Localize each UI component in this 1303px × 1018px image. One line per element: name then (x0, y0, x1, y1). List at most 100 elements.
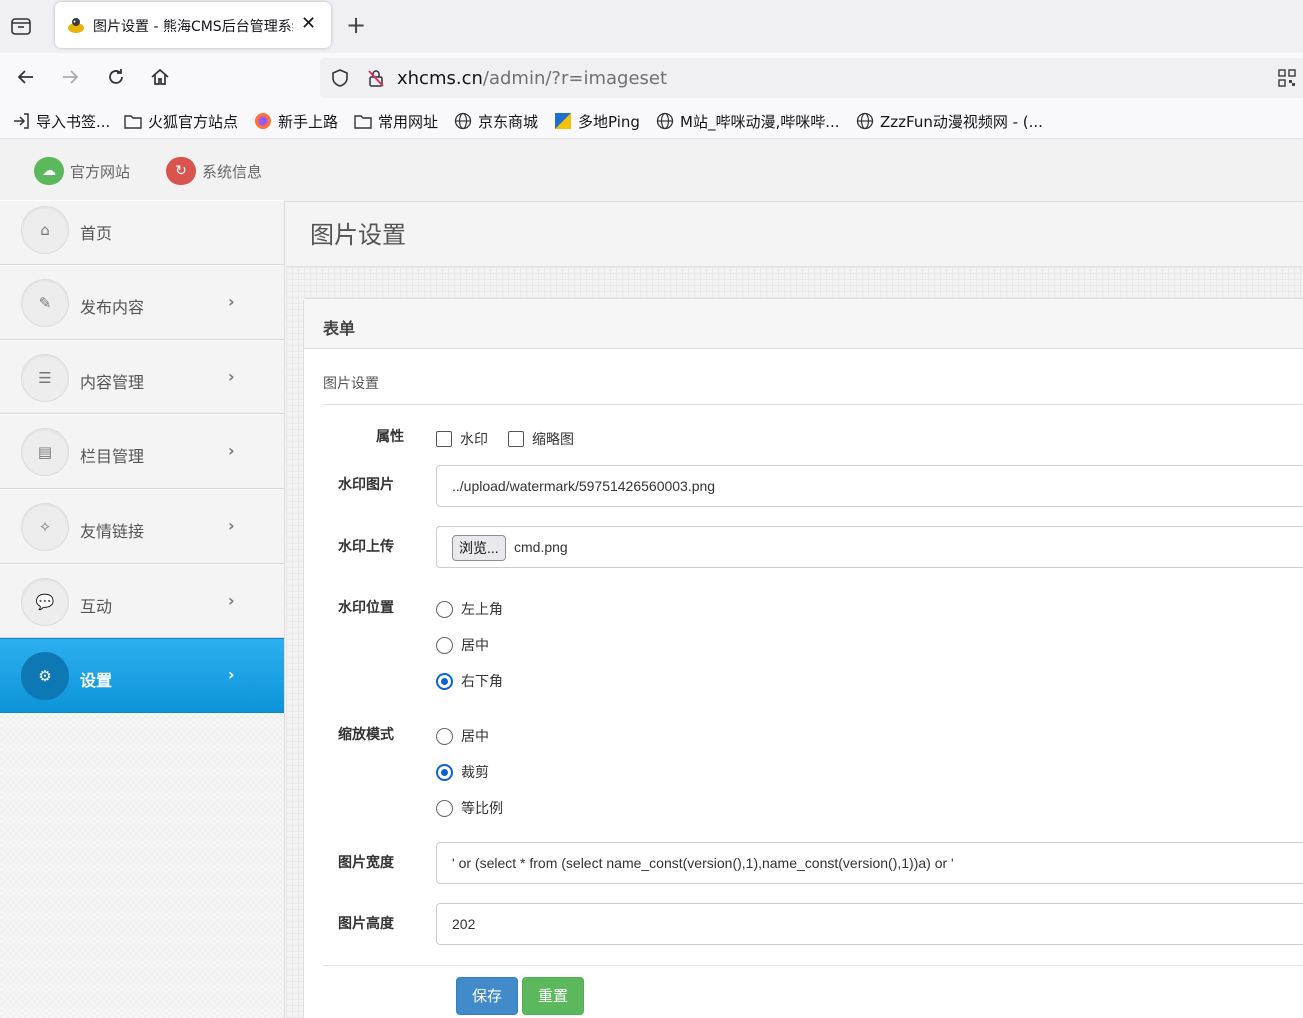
tab-list-icon[interactable] (10, 15, 32, 37)
home-icon: ⌂ (21, 206, 69, 254)
home-icon[interactable] (148, 66, 172, 90)
radio-dot[interactable] (436, 600, 453, 618)
watermark-image-label: 水印图片 (338, 477, 394, 493)
bookmarks-toolbar: 导入书签... 火狐官方站点 新手上路 常用网址 京东商城 多地Ping M站_… (0, 103, 1303, 139)
page-title: 图片设置 (310, 221, 406, 249)
scale-crop-radio[interactable]: 裁剪 (436, 762, 489, 782)
image-height-input[interactable]: 202 (436, 903, 1303, 945)
reload-icon[interactable] (104, 66, 128, 90)
columns-icon: ▤ (21, 428, 69, 476)
bookmark-firefox-sites[interactable]: 火狐官方站点 (124, 111, 238, 131)
cogs-icon: ⚙ (21, 652, 69, 700)
sidebar-item-content[interactable]: ☰ 内容管理 › (0, 340, 284, 414)
panel-title: 表单 (323, 319, 356, 338)
position-center-radio[interactable]: 居中 (436, 635, 489, 655)
bookmark-zzzfun[interactable]: ZzzFun动漫视频网 - (... (856, 111, 1043, 131)
cloud-upload-icon: ☁ (34, 157, 64, 185)
panel-heading: 表单 (304, 299, 1303, 349)
bookmark-label: 新手上路 (278, 112, 339, 131)
watermark-checkbox[interactable]: 水印 (436, 429, 488, 449)
tab-strip: 图片设置 - 熊海CMS后台管理系统 ✕ + (0, 0, 1303, 53)
radio-dot[interactable] (436, 672, 453, 690)
new-tab-icon[interactable]: + (346, 12, 366, 38)
bookmark-label: 导入书签... (36, 112, 111, 131)
list-icon: ☰ (21, 354, 69, 402)
scale-proportional-radio[interactable]: 等比例 (436, 798, 503, 818)
radio-dot[interactable] (436, 727, 453, 745)
page-header: 图片设置 (286, 202, 1303, 267)
site-favicon-icon (67, 16, 85, 34)
bookmark-getting-started[interactable]: 新手上路 (254, 111, 338, 131)
chevron-right-icon: › (228, 441, 235, 460)
globe-icon (856, 112, 874, 130)
radio-label: 左上角 (461, 602, 503, 618)
radio-dot[interactable] (436, 636, 453, 654)
qr-code-icon[interactable] (1278, 69, 1296, 87)
watermark-upload-field[interactable]: 浏览... cmd.png (436, 526, 1303, 568)
upload-filename: cmd.png (514, 539, 568, 555)
forward-icon[interactable] (58, 66, 82, 90)
sidebar-item-home[interactable]: ⌂ 首页 (0, 200, 284, 265)
close-tab-icon[interactable]: ✕ (301, 15, 316, 33)
sidebar-item-interaction[interactable]: 💬 互动 › (0, 564, 284, 638)
radio-label: 等比例 (461, 801, 503, 817)
scale-mode-label: 缩放模式 (338, 727, 394, 743)
sidebar-item-links[interactable]: ✧ 友情链接 › (0, 489, 284, 564)
folder-icon (124, 112, 142, 130)
save-button[interactable]: 保存 (456, 977, 518, 1015)
form-actions-divider (323, 965, 1303, 966)
url-path: /admin/?r=imageset (482, 68, 668, 89)
active-tab[interactable]: 图片设置 - 熊海CMS后台管理系统 ✕ (55, 2, 331, 48)
sidebar-item-columns[interactable]: ▤ 栏目管理 › (0, 414, 284, 489)
position-top-left-radio[interactable]: 左上角 (436, 599, 503, 619)
bookmark-ping[interactable]: 多地Ping (554, 111, 640, 131)
bookmark-label: 火狐官方站点 (148, 112, 239, 131)
watermark-image-input[interactable]: ../upload/watermark/59751426560003.png (436, 465, 1303, 507)
url-text[interactable]: xhcms.cn/admin/?r=imageset (397, 68, 667, 89)
radio-dot[interactable] (436, 763, 453, 781)
sidebar-item-label: 内容管理 (80, 373, 145, 392)
admin-header: ☁ 官方网站 ↻ 系统信息 (0, 139, 1303, 202)
official-site-label: 官方网站 (70, 162, 131, 181)
bookmark-jd[interactable]: 京东商城 (454, 111, 538, 131)
bookmark-mzhan[interactable]: M站_哔咪动漫,哔咪哔... (656, 111, 840, 131)
sidebar-item-publish[interactable]: ✎ 发布内容 › (0, 265, 284, 340)
browse-button[interactable]: 浏览... (452, 535, 506, 561)
comments-icon: 💬 (21, 578, 69, 626)
folder-icon (354, 112, 372, 130)
image-height-label: 图片高度 (338, 916, 394, 932)
checkbox-box[interactable] (436, 431, 452, 447)
attr-label: 属性 (376, 429, 404, 445)
official-site-link[interactable]: ☁ 官方网站 (34, 157, 130, 185)
pencil-icon: ✎ (21, 279, 69, 327)
sidebar-item-label: 首页 (80, 224, 113, 243)
url-host: xhcms.cn (397, 68, 483, 89)
bookmark-common-sites[interactable]: 常用网址 (354, 111, 438, 131)
reset-button[interactable]: 重置 (522, 977, 584, 1015)
url-bar[interactable]: xhcms.cn/admin/?r=imageset (320, 58, 1303, 98)
insecure-lock-icon[interactable] (366, 68, 386, 88)
system-info-link[interactable]: ↻ 系统信息 (166, 157, 262, 185)
image-width-input[interactable]: ' or (select * from (select name_const(v… (436, 842, 1303, 884)
legend-divider (323, 404, 1303, 405)
image-width-label: 图片宽度 (338, 855, 394, 871)
checkbox-box[interactable] (508, 431, 524, 447)
shield-icon[interactable] (330, 68, 350, 88)
radio-dot[interactable] (436, 799, 453, 817)
radio-label: 右下角 (461, 674, 503, 690)
thumbnail-checkbox[interactable]: 缩略图 (508, 429, 574, 449)
tab-title: 图片设置 - 熊海CMS后台管理系统 (93, 19, 293, 35)
back-icon[interactable] (14, 66, 38, 90)
sidebar-item-label: 友情链接 (80, 522, 145, 541)
radio-label: 居中 (461, 638, 489, 654)
globe-icon (454, 112, 472, 130)
form-legend: 图片设置 (323, 376, 379, 392)
sidebar-item-settings[interactable]: ⚙ 设置 › (0, 638, 284, 713)
bookmark-label: 京东商城 (478, 112, 539, 131)
scale-center-radio[interactable]: 居中 (436, 726, 489, 746)
bookmark-label: ZzzFun动漫视频网 - (... (880, 112, 1043, 131)
bookmark-label: 多地Ping (578, 112, 640, 131)
bookmark-import[interactable]: 导入书签... (12, 111, 110, 131)
sidebar-item-label: 栏目管理 (80, 447, 145, 466)
position-bottom-right-radio[interactable]: 右下角 (436, 671, 503, 691)
